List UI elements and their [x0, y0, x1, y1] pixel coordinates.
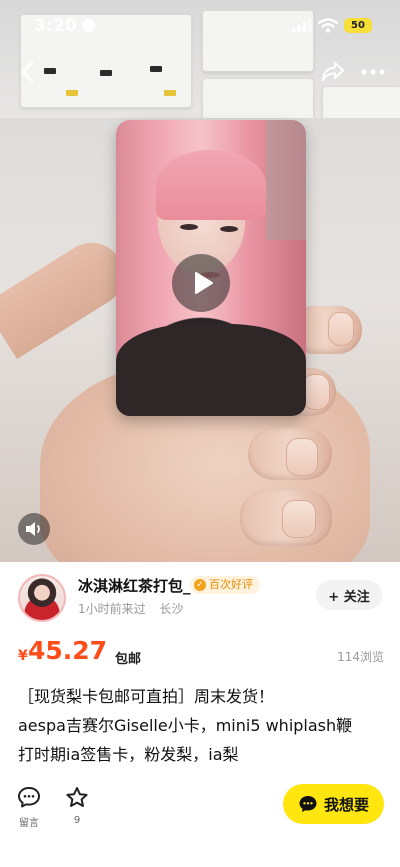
fingernail [286, 438, 318, 476]
chat-icon [299, 796, 317, 812]
comment-icon [18, 787, 40, 808]
seller-location: 长沙 [159, 602, 184, 616]
more-icon [361, 69, 385, 75]
sound-toggle-button[interactable] [18, 513, 50, 545]
focus-mode-icon [82, 19, 95, 32]
want-button-label: 我想要 [323, 795, 369, 814]
view-count: 114浏览 [337, 650, 384, 664]
favorite-button[interactable]: 9 [62, 786, 92, 826]
share-icon [322, 62, 344, 81]
status-bar: 3:20 50 [0, 0, 400, 52]
action-bar: 留言 9 我想要 [0, 782, 400, 842]
signal-icon [292, 19, 312, 32]
shelf-decoration [66, 90, 78, 96]
shelf-decoration [164, 90, 176, 96]
photocard-eye [180, 224, 198, 230]
product-details: 冰淇淋红茶打包_ ✓ 百次好评 1小时前来过 长沙 + 关注 ¥ 45.27 包… [0, 562, 400, 867]
follow-button[interactable]: + 关注 [316, 580, 382, 610]
seller-avatar[interactable] [18, 574, 66, 622]
description-line: 打时期ia签售卡，粉发梨，ia梨 [18, 745, 239, 764]
back-button[interactable] [12, 58, 42, 86]
want-button[interactable]: 我想要 [283, 784, 384, 824]
seller-badge[interactable]: ✓ 百次好评 [190, 576, 260, 594]
photocard-shirt [116, 324, 306, 416]
comment-label: 留言 [19, 818, 39, 829]
back-icon [21, 61, 34, 83]
seller-meta: 1小时前来过 长沙 [78, 600, 183, 617]
price-row: ¥ 45.27 包邮 114浏览 [18, 634, 384, 668]
fingernail [328, 312, 354, 346]
description-line: ［现货梨卡包邮可直拍］周末发货！ [18, 687, 275, 706]
price-currency: ¥ [18, 648, 28, 664]
shipping-label: 包邮 [115, 652, 142, 667]
favorite-count: 9 [73, 815, 81, 826]
thumbs-up-icon: ✓ [194, 579, 206, 591]
fingernail [302, 374, 330, 410]
play-icon [194, 272, 213, 294]
star-icon [66, 787, 88, 807]
more-button[interactable] [358, 58, 388, 86]
battery-indicator: 50 [344, 18, 372, 33]
price-amount: 45.27 [28, 636, 108, 665]
shelf-decoration [150, 66, 162, 72]
seller-badge-label: 百次好评 [209, 578, 253, 591]
photocard-background [266, 120, 306, 240]
seller-name[interactable]: 冰淇淋红茶打包_ [78, 575, 191, 596]
status-time: 3:20 [34, 16, 78, 36]
wifi-icon [318, 18, 338, 33]
speaker-icon [26, 522, 40, 536]
photocard-eye [220, 226, 238, 232]
photocard-hair [156, 150, 266, 220]
play-button[interactable] [172, 254, 230, 312]
seller-last-active: 1小时前来过 [78, 602, 146, 616]
share-button[interactable] [318, 58, 348, 86]
comment-button[interactable]: 留言 [14, 786, 44, 829]
shelf-decoration [44, 68, 56, 74]
fingernail [282, 500, 316, 538]
product-description: ［现货梨卡包邮可直拍］周末发货！ aespa吉赛尔Giselle小卡，mini5… [18, 682, 384, 769]
shelf-decoration [100, 70, 112, 76]
description-line: aespa吉赛尔Giselle小卡，mini5 whiplash鞭 [18, 716, 353, 735]
